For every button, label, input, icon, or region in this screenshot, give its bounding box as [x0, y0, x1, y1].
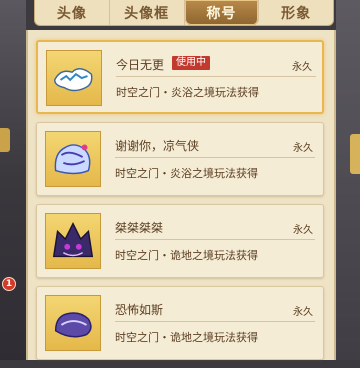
source-text: 时空之门・炎浴之境玩法获得	[116, 86, 259, 99]
duration-text: 永久	[293, 307, 313, 318]
title-card[interactable]: 谢谢你，凉气侠 永久 时空之门・炎浴之境玩法获得	[36, 122, 324, 196]
category-tabbar: 头像 头像框 称号 形象	[34, 0, 334, 26]
background-right	[336, 0, 360, 360]
title-name: 今日无更	[116, 58, 165, 72]
background-left	[0, 0, 26, 360]
divider	[115, 157, 315, 158]
divider	[116, 76, 316, 77]
title-badge-icon	[45, 295, 101, 351]
duration-text: 永久	[293, 143, 313, 154]
duration-text: 永久	[292, 62, 312, 73]
divider	[115, 239, 315, 240]
notification-badge: 1	[2, 277, 16, 291]
title-badge-icon	[46, 50, 102, 106]
source-text: 时空之门・诡地之境玩法获得	[115, 331, 258, 344]
title-name: 谢谢你，凉气侠	[115, 139, 200, 153]
tab-avatar[interactable]: 头像	[35, 0, 110, 25]
title-badge-icon	[45, 131, 101, 187]
title-name: 桀桀桀桀	[115, 221, 164, 235]
side-decoration-left	[0, 128, 10, 152]
divider	[115, 321, 315, 322]
tab-appearance[interactable]: 形象	[259, 0, 333, 25]
title-list: 今日无更 使用中 永久 时空之门・炎浴之境玩法获得 谢谢你，凉气侠 永久 时空之…	[36, 40, 324, 368]
title-name: 恐怖如斯	[115, 303, 164, 317]
title-card[interactable]: 今日无更 使用中 永久 时空之门・炎浴之境玩法获得	[36, 40, 324, 114]
title-badge-icon	[45, 213, 101, 269]
in-use-tag: 使用中	[172, 56, 210, 70]
title-card[interactable]: 恐怖如斯 永久 时空之门・诡地之境玩法获得	[36, 286, 324, 360]
title-card[interactable]: 桀桀桀桀 永久 时空之门・诡地之境玩法获得	[36, 204, 324, 278]
side-decoration-right	[350, 134, 360, 174]
tab-avatar-frame[interactable]: 头像框	[110, 0, 185, 25]
duration-text: 永久	[293, 225, 313, 236]
tab-title[interactable]: 称号	[184, 0, 260, 25]
source-text: 时空之门・诡地之境玩法获得	[115, 249, 258, 262]
source-text: 时空之门・炎浴之境玩法获得	[115, 167, 258, 180]
